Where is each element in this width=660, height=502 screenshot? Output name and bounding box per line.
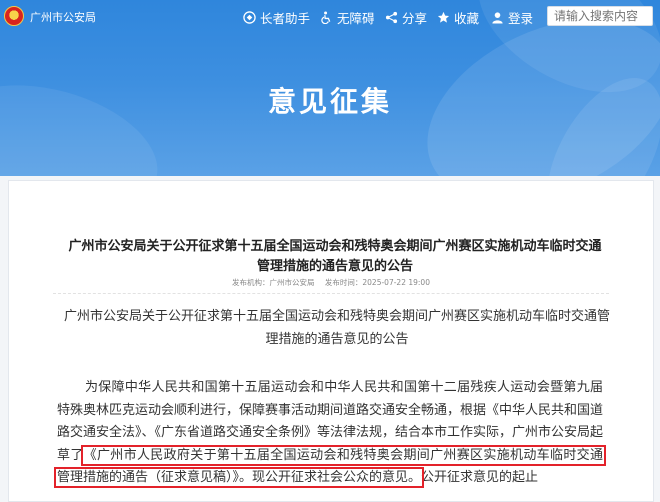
police-emblem-icon[interactable]	[4, 6, 24, 26]
search-input[interactable]	[554, 9, 646, 23]
top-bar: 广州市公安局 长者助手 无障碍 分享 收藏 登录 请输入搜索内容	[0, 0, 660, 33]
nav-login[interactable]: 登录	[491, 8, 533, 26]
star-icon	[437, 11, 450, 23]
nav-login-label: 登录	[508, 10, 534, 26]
search-box[interactable]	[547, 6, 653, 26]
body-text-continued: 公开征求意见的起止	[421, 470, 539, 485]
nav-elder-assist-label: 长者助手	[260, 10, 311, 26]
article-subtitle: 广州市公安局关于公开征求第十五届全国运动会和残特奥会期间广州赛区实施机动车临时交…	[63, 309, 610, 347]
article-title: 广州市公安局关于公开征求第十五届全国运动会和残特奥会期间广州赛区实施机动车临时交…	[68, 239, 602, 274]
article-meta: 发布机构：广州市公安局 发布时间：2025-07-22 19:00	[9, 277, 653, 288]
nav-favorite[interactable]: 收藏	[437, 8, 479, 26]
article-body: 为保障中华人民共和国第十五届运动会和中华人民共和国第十二届残疾人运动会暨第九届特…	[54, 377, 606, 490]
site-title[interactable]: 广州市公安局	[30, 9, 96, 25]
header-banner: 广州市公安局 长者助手 无障碍 分享 收藏 登录 请输入搜索内容 意见征集	[0, 0, 660, 176]
nav-share-label: 分享	[402, 10, 428, 26]
share-icon	[385, 11, 398, 23]
user-icon	[492, 11, 503, 24]
nav-favorite-label: 收藏	[454, 10, 480, 26]
elder-assist-icon	[243, 10, 256, 24]
accessibility-icon	[321, 11, 331, 24]
article-card: 广州市公安局关于公开征求第十五届全国运动会和残特奥会期间广州赛区实施机动车临时交…	[8, 180, 654, 502]
publish-time: 发布时间：2025-07-22 19:00	[324, 278, 430, 287]
nav-accessibility-label: 无障碍	[337, 10, 375, 26]
nav-elder-assist[interactable]: 长者助手	[243, 8, 310, 26]
nav-share[interactable]: 分享	[385, 8, 427, 26]
publisher: 发布机构：广州市公安局	[232, 278, 315, 287]
page-title: 意见征集	[267, 85, 392, 118]
nav-accessibility[interactable]: 无障碍	[320, 8, 375, 26]
divider	[53, 293, 609, 294]
